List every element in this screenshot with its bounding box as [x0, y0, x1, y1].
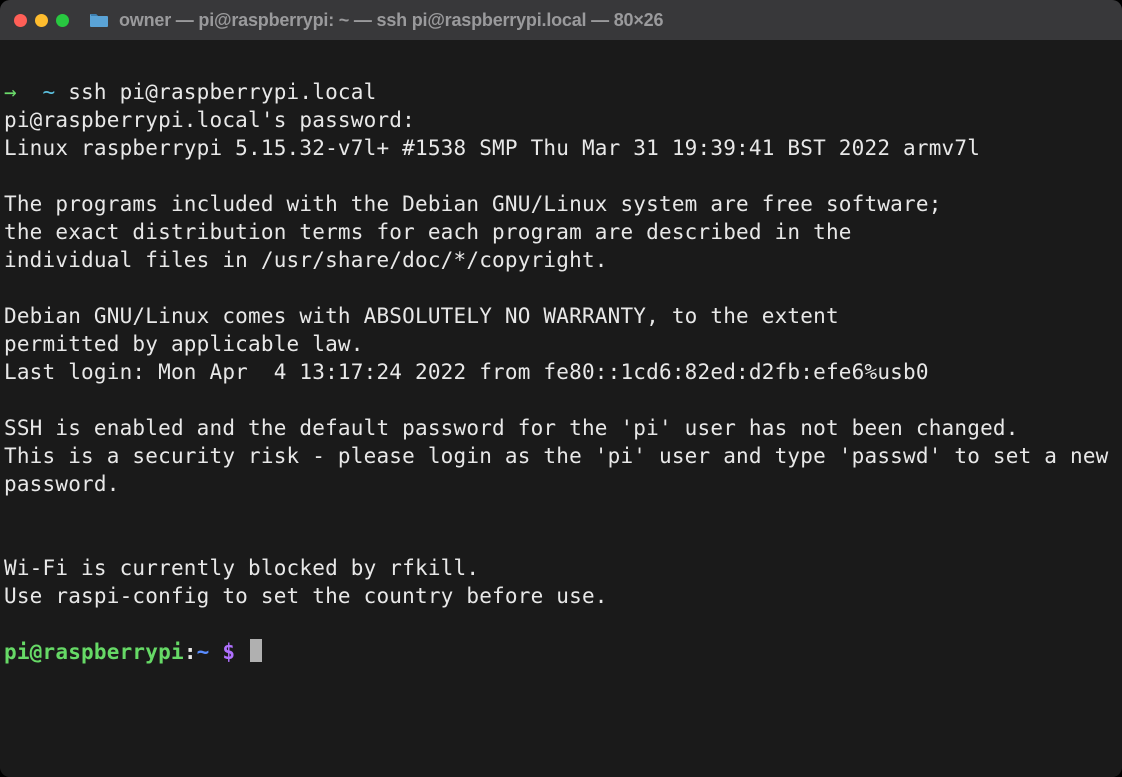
command-text: ssh pi@raspberrypi.local [68, 80, 376, 104]
remote-prompt-separator: : [184, 640, 197, 664]
remote-prompt-userhost: pi@raspberrypi [4, 640, 184, 664]
maximize-icon[interactable] [56, 14, 69, 27]
motd-line: Debian GNU/Linux comes with ABSOLUTELY N… [4, 304, 839, 328]
prompt-arrow-icon: → [4, 80, 17, 104]
motd-line: permitted by applicable law. [4, 332, 364, 356]
cursor-icon [250, 639, 262, 662]
window-controls [14, 14, 69, 27]
close-icon[interactable] [14, 14, 27, 27]
prompt-path: ~ [43, 80, 56, 104]
terminal-output[interactable]: → ~ ssh pi@raspberrypi.local pi@raspberr… [0, 40, 1122, 777]
window-title: owner — pi@raspberrypi: ~ — ssh pi@raspb… [119, 10, 663, 31]
motd-line: individual files in /usr/share/doc/*/cop… [4, 248, 608, 272]
last-login-line: Last login: Mon Apr 4 13:17:24 2022 from… [4, 360, 929, 384]
minimize-icon[interactable] [35, 14, 48, 27]
uname-line: Linux raspberrypi 5.15.32-v7l+ #1538 SMP… [4, 136, 980, 160]
ssh-warning-line: This is a security risk - please login a… [4, 444, 1121, 496]
wifi-line: Wi-Fi is currently blocked by rfkill. [4, 556, 479, 580]
password-prompt: pi@raspberrypi.local's password: [4, 108, 415, 132]
motd-line: the exact distribution terms for each pr… [4, 220, 852, 244]
title-bar: owner — pi@raspberrypi: ~ — ssh pi@raspb… [0, 0, 1122, 40]
ssh-warning-line: SSH is enabled and the default password … [4, 416, 1019, 440]
motd-line: The programs included with the Debian GN… [4, 192, 942, 216]
remote-prompt-dollar: $ [222, 640, 235, 664]
wifi-line: Use raspi-config to set the country befo… [4, 584, 608, 608]
remote-prompt-path: ~ [197, 640, 223, 664]
terminal-window: owner — pi@raspberrypi: ~ — ssh pi@raspb… [0, 0, 1122, 777]
folder-icon [89, 12, 109, 28]
